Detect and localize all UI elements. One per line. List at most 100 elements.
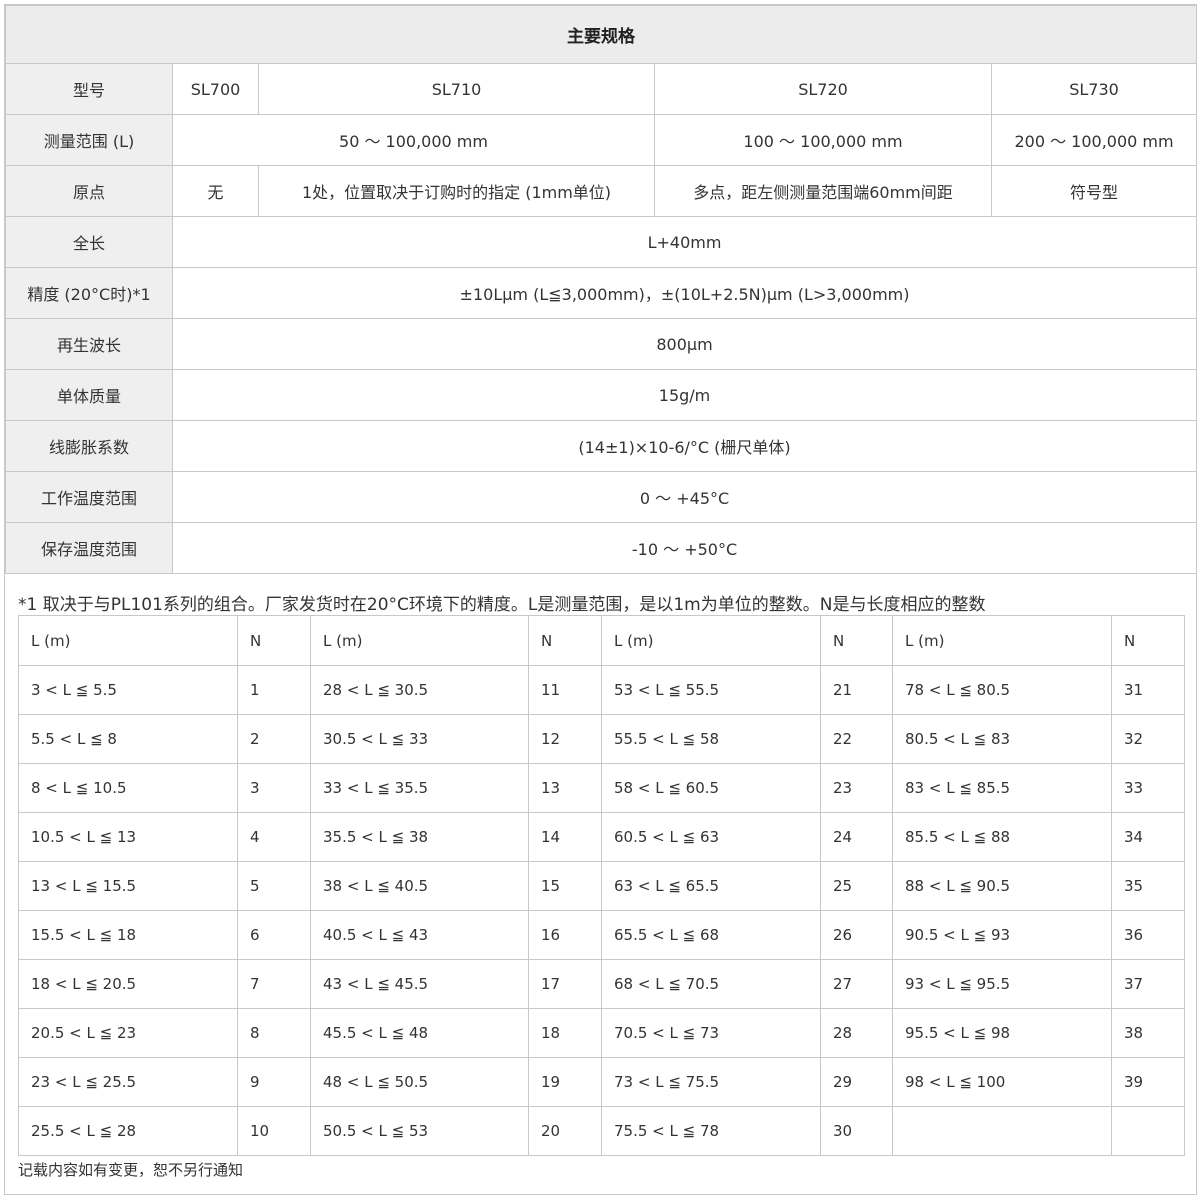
column-header-n: N [1111, 615, 1185, 666]
length-range-cell: 5.5 < L ≦ 8 [18, 714, 238, 764]
length-range-cell: 78 < L ≦ 80.5 [892, 665, 1112, 715]
n-value-cell: 14 [528, 812, 602, 862]
length-range-cell: 98 < L ≦ 100 [892, 1057, 1112, 1107]
n-value-cell [1111, 1106, 1185, 1156]
n-value-cell: 29 [820, 1057, 893, 1107]
n-value-cell: 31 [1111, 665, 1185, 715]
n-value-cell: 37 [1111, 959, 1185, 1009]
length-range-cell: 48 < L ≦ 50.5 [310, 1057, 529, 1107]
column-header-length: L (m) [18, 615, 238, 666]
length-range-cell: 88 < L ≦ 90.5 [892, 861, 1112, 911]
spec-cell: 200 ～ 100,000 mm [990, 114, 1198, 166]
n-value-table: L (m) N L (m) N L (m) N L (m) N 3 < L ≦ 5.5 1 28 <… [18, 615, 1185, 1156]
length-range-cell: 63 < L ≦ 65.5 [601, 861, 821, 911]
spec-label: 测量范围 (L) [5, 114, 173, 166]
spec-row-range: 测量范围 (L) 50 ～ 100,000 mm 100 ～ 100,000 m… [5, 114, 1198, 166]
table-row: 13 < L ≦ 15.5 5 38 < L ≦ 40.5 15 63 < L ≦ 65… [18, 861, 1185, 911]
spec-cell: 符号型 [990, 165, 1198, 217]
table-row: 8 < L ≦ 10.5 3 33 < L ≦ 35.5 13 58 < L ≦ 60.… [18, 763, 1185, 813]
length-range-cell: 80.5 < L ≦ 83 [892, 714, 1112, 764]
length-range-cell: 85.5 < L ≦ 88 [892, 812, 1112, 862]
spec-row-model: 型号 SL700 SL710 SL720 SL730 [5, 63, 1198, 115]
spec-cell: SL720 [654, 63, 992, 115]
spec-row-storage-temp: 保存温度范围 -10 ～ +50°C [5, 522, 1198, 574]
n-value-cell: 30 [820, 1106, 893, 1156]
table-row: 10.5 < L ≦ 13 4 35.5 < L ≦ 38 14 60.5 < L ≦ … [18, 812, 1185, 862]
spec-label: 原点 [5, 165, 173, 217]
n-value-cell: 11 [528, 665, 602, 715]
length-range-cell: 13 < L ≦ 15.5 [18, 861, 238, 911]
spec-cell: 0 ～ +45°C [171, 471, 1198, 523]
length-range-cell: 28 < L ≦ 30.5 [310, 665, 529, 715]
n-value-cell: 34 [1111, 812, 1185, 862]
length-range-cell: 23 < L ≦ 25.5 [18, 1057, 238, 1107]
spec-label: 型号 [5, 63, 173, 115]
spec-label: 保存温度范围 [5, 522, 173, 574]
spec-cell: 15g/m [171, 369, 1198, 421]
spec-table-title: 主要规格 [4, 5, 1198, 64]
n-value-cell: 4 [237, 812, 311, 862]
length-range-cell: 60.5 < L ≦ 63 [601, 812, 821, 862]
spec-cell: SL710 [258, 63, 655, 115]
table-row: 3 < L ≦ 5.5 1 28 < L ≦ 30.5 11 53 < L ≦ 55.5… [18, 665, 1185, 715]
spec-cell: 无 [172, 165, 259, 217]
n-value-cell: 10 [237, 1106, 311, 1156]
n-value-cell: 32 [1111, 714, 1185, 764]
n-value-cell: 21 [820, 665, 893, 715]
length-range-cell: 90.5 < L ≦ 93 [892, 910, 1112, 960]
n-value-cell: 12 [528, 714, 602, 764]
length-range-cell: 45.5 < L ≦ 48 [310, 1008, 529, 1058]
length-range-cell: 3 < L ≦ 5.5 [18, 665, 238, 715]
spec-cell: 50 ～ 100,000 mm [172, 114, 655, 166]
length-range-cell: 65.5 < L ≦ 68 [601, 910, 821, 960]
table-row: 5.5 < L ≦ 8 2 30.5 < L ≦ 33 12 55.5 < L ≦ 58… [18, 714, 1185, 764]
spec-row-total-length: 全长 L+40mm [5, 216, 1198, 268]
spec-cell: SL700 [172, 63, 259, 115]
column-header-n: N [528, 615, 602, 666]
spec-cell: SL730 [990, 63, 1198, 115]
length-range-cell: 40.5 < L ≦ 43 [310, 910, 529, 960]
n-value-cell: 18 [528, 1008, 602, 1058]
length-range-cell [892, 1106, 1112, 1156]
spec-row-mass: 单体质量 15g/m [5, 369, 1198, 421]
column-header-n: N [237, 615, 311, 666]
length-range-cell: 83 < L ≦ 85.5 [892, 763, 1112, 813]
n-value-cell: 26 [820, 910, 893, 960]
length-range-cell: 10.5 < L ≦ 13 [18, 812, 238, 862]
spec-label: 再生波长 [5, 318, 173, 370]
spec-cell: 800μm [171, 318, 1198, 370]
n-value-cell: 17 [528, 959, 602, 1009]
n-value-cell: 38 [1111, 1008, 1185, 1058]
n-value-cell: 25 [820, 861, 893, 911]
length-range-cell: 30.5 < L ≦ 33 [310, 714, 529, 764]
table-row: 23 < L ≦ 25.5 9 48 < L ≦ 50.5 19 73 < L ≦ 75… [18, 1057, 1185, 1107]
length-range-cell: 15.5 < L ≦ 18 [18, 910, 238, 960]
n-value-cell: 22 [820, 714, 893, 764]
spec-cell: 多点，距左侧测量范围端60mm间距 [654, 165, 992, 217]
column-header-length: L (m) [601, 615, 821, 666]
length-range-cell: 50.5 < L ≦ 53 [310, 1106, 529, 1156]
n-table-header-row: L (m) N L (m) N L (m) N L (m) N [18, 615, 1185, 666]
spec-cell: L+40mm [171, 216, 1198, 268]
n-value-cell: 24 [820, 812, 893, 862]
length-range-cell: 33 < L ≦ 35.5 [310, 763, 529, 813]
column-header-length: L (m) [310, 615, 529, 666]
n-value-cell: 27 [820, 959, 893, 1009]
spec-row-op-temp: 工作温度范围 0 ～ +45°C [5, 471, 1198, 523]
length-range-cell: 58 < L ≦ 60.5 [601, 763, 821, 813]
n-value-cell: 7 [237, 959, 311, 1009]
length-range-cell: 43 < L ≦ 45.5 [310, 959, 529, 1009]
n-value-cell: 1 [237, 665, 311, 715]
n-value-cell: 3 [237, 763, 311, 813]
spec-cell: ±10Lμm (L≦3,000mm)，±(10L+2.5N)μm (L>3,00… [171, 267, 1198, 319]
length-range-cell: 75.5 < L ≦ 78 [601, 1106, 821, 1156]
n-value-cell: 36 [1111, 910, 1185, 960]
table-row: 18 < L ≦ 20.5 7 43 < L ≦ 45.5 17 68 < L ≦ 70… [18, 959, 1185, 1009]
n-value-cell: 28 [820, 1008, 893, 1058]
n-value-cell: 33 [1111, 763, 1185, 813]
spec-row-wavelength: 再生波长 800μm [5, 318, 1198, 370]
column-header-n: N [820, 615, 893, 666]
length-range-cell: 38 < L ≦ 40.5 [310, 861, 529, 911]
n-value-cell: 39 [1111, 1057, 1185, 1107]
spec-table: 主要规格 型号 SL700 SL710 SL720 SL730 测量范围 (L)… [4, 5, 1198, 574]
